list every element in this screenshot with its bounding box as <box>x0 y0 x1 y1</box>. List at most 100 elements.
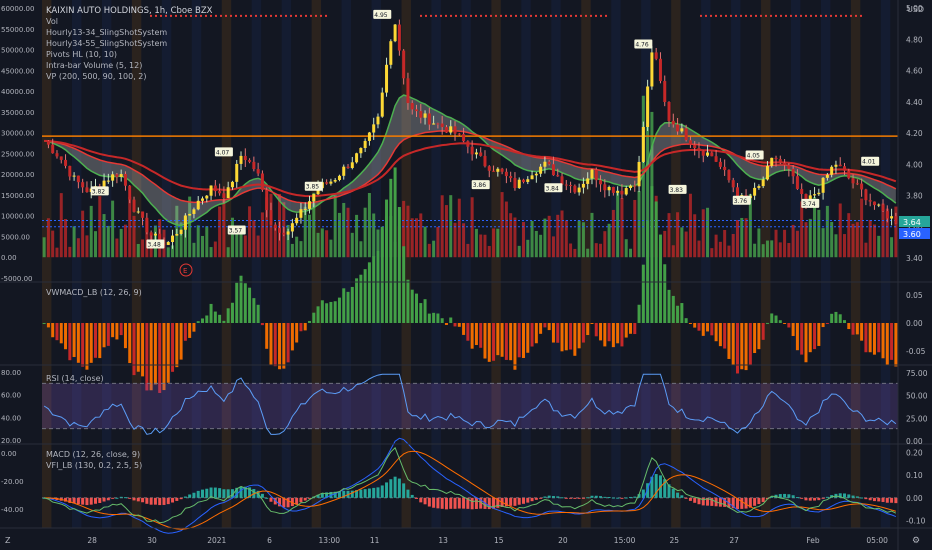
session-band <box>551 0 561 528</box>
vwmacd-bar <box>684 318 688 323</box>
vwmacd-bar <box>295 323 299 343</box>
vwmacd-bar <box>890 323 894 360</box>
candle-body <box>487 166 491 171</box>
vwmacd-bar <box>188 323 192 338</box>
vwmacd-bar <box>714 323 718 342</box>
macd-histogram-bar <box>539 497 543 499</box>
macd-histogram-bar <box>123 497 127 499</box>
volume-bar <box>226 247 230 258</box>
candle-body <box>248 160 252 162</box>
vwmacd-bar <box>128 323 132 364</box>
candle-body <box>825 174 829 178</box>
settings-gear-icon[interactable]: ⚙ <box>912 536 920 546</box>
macd-histogram-bar <box>890 497 894 503</box>
session-band <box>791 0 801 528</box>
price-axis-tick: 4.20 <box>906 129 923 138</box>
session-band <box>581 0 591 528</box>
volume-bar <box>834 234 838 258</box>
macd-histogram-bar <box>89 497 93 505</box>
macd-histogram-bar <box>119 496 123 498</box>
candle-body <box>590 169 594 179</box>
macd-histogram-bar <box>213 487 217 498</box>
macd-histogram-bar <box>526 497 530 503</box>
macd-histogram-bar <box>162 497 166 505</box>
candle-body <box>509 176 513 179</box>
candle-body <box>830 166 834 175</box>
vwmacd-bar <box>162 323 166 391</box>
volume-bar <box>218 206 222 258</box>
candle-body <box>171 235 175 243</box>
vwmacd-bar <box>800 323 804 355</box>
vwmacd-bar <box>320 300 324 323</box>
volume-bar <box>838 203 842 258</box>
candle-body <box>55 153 59 157</box>
candle-body <box>136 211 140 213</box>
vwmacd-bar <box>603 323 607 347</box>
volume-bar <box>141 239 145 258</box>
volume-axis-tick: 55000.00 <box>1 26 34 34</box>
vwmacd-bar <box>85 323 89 370</box>
volume-bar <box>196 225 200 258</box>
candle-body <box>539 166 543 174</box>
candle-body <box>714 156 718 162</box>
time-axis-tick: 6 <box>267 536 272 545</box>
price-axis-tick: 4.60 <box>906 67 923 76</box>
vwmacd-bar <box>556 323 560 343</box>
candle-body <box>119 174 123 177</box>
candle-body <box>342 166 346 176</box>
candle-body <box>851 178 855 184</box>
candle-body <box>290 223 294 232</box>
candle-body <box>500 168 504 172</box>
macd-histogram-bar <box>239 486 243 498</box>
macd-histogram-bar <box>76 497 80 505</box>
legend-rsi: RSI (14, close) <box>46 374 104 383</box>
volume-bar <box>205 226 209 258</box>
macd-histogram-bar <box>111 497 115 499</box>
vwmacd-bar <box>145 323 149 391</box>
candle-body <box>577 187 581 193</box>
candle-body <box>85 187 89 193</box>
candle-body <box>380 92 384 117</box>
trading-chart[interactable]: 3.82 3.48 4.07 3.57 3.85 4.95 3.86 3.84 4.76 3.83… <box>0 0 932 550</box>
volume-bar <box>851 223 855 258</box>
candle-body <box>209 185 213 196</box>
volume-bar <box>46 218 50 258</box>
macd-histogram-bar <box>791 495 795 498</box>
legend-macd: MACD (12, 26, close, 9) <box>46 450 140 459</box>
candle-body <box>81 182 85 188</box>
macd-histogram-bar <box>603 496 607 498</box>
macd-histogram-bar <box>564 497 568 499</box>
vwmacd-bar <box>629 323 632 334</box>
vwmacd-bar <box>115 323 119 340</box>
vwmacd-bar <box>393 167 397 323</box>
vwmacd-bar <box>265 323 269 349</box>
candle-body <box>603 184 607 191</box>
macd-histogram-bar <box>128 497 132 499</box>
candle-body <box>299 209 303 218</box>
volume-bar <box>248 206 252 258</box>
macd-histogram-bar <box>569 497 573 499</box>
vwmacd-bar <box>787 323 791 328</box>
candle-body <box>663 81 667 102</box>
vwmacd-bar <box>256 304 260 323</box>
candle-body <box>706 152 710 156</box>
macd-histogram-bar <box>573 497 577 499</box>
volume-bar <box>457 198 461 258</box>
vwmacd-bar <box>620 323 624 347</box>
volume-bar <box>526 239 530 258</box>
vwmacd-bar <box>196 321 200 323</box>
time-axis-tick: 11 <box>370 536 380 545</box>
candle-body <box>795 176 799 189</box>
legend-slingshot-13-34: Hourly13-34_SlingShotSystem <box>46 28 167 37</box>
vwmacd-bar <box>530 323 534 347</box>
volume-bar <box>676 212 680 258</box>
volume-bar <box>432 240 436 258</box>
vwmacd-bar <box>808 323 812 353</box>
volume-bar <box>603 231 607 258</box>
macd-histogram-bar <box>436 497 440 509</box>
macd-histogram-bar <box>817 497 821 501</box>
vwmacd-bar <box>462 323 466 335</box>
volume-bar <box>252 220 256 258</box>
legend-vol: Vol <box>46 17 58 26</box>
macd-histogram-bar <box>423 497 427 505</box>
